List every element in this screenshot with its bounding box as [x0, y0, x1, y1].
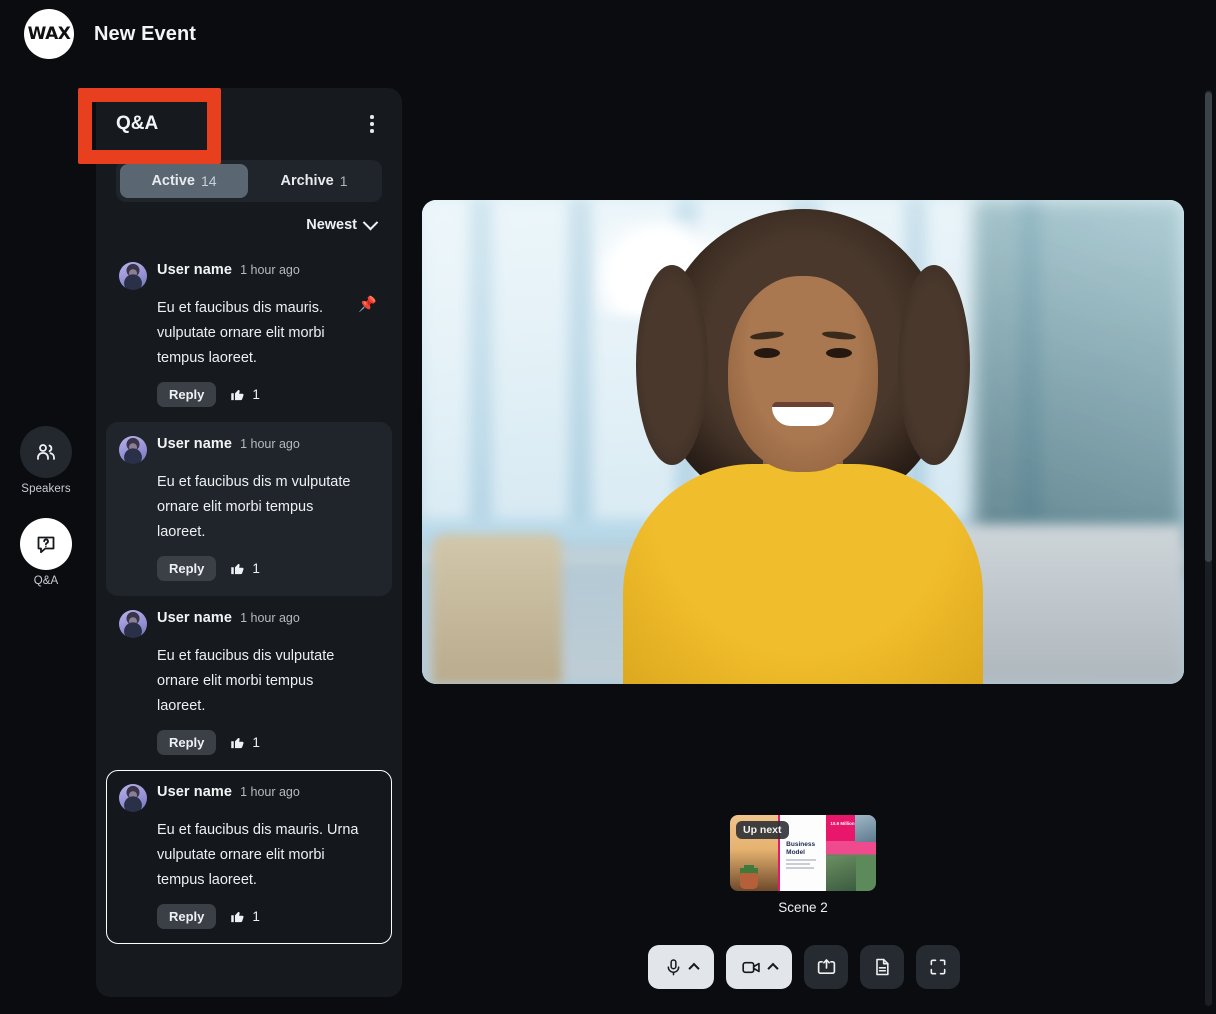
tab-active-label: Active: [151, 173, 195, 189]
like-button[interactable]: 1: [230, 561, 260, 576]
rail-label-qa: Q&A: [33, 575, 59, 587]
tab-archive-label: Archive: [280, 173, 334, 189]
tab-archive[interactable]: Archive 1: [250, 164, 378, 198]
qa-question-card[interactable]: User name 1 hour ago Eu et faucibus dis …: [106, 596, 392, 770]
slide-stat: 10.6 Million: [830, 821, 855, 826]
video-camera-icon: [742, 961, 760, 973]
fullscreen-button[interactable]: [916, 945, 960, 989]
fullscreen-icon: [930, 959, 946, 975]
scene-label: Scene 2: [778, 900, 828, 915]
question-timestamp: 1 hour ago: [240, 263, 300, 277]
reply-button[interactable]: Reply: [157, 556, 217, 581]
left-rail: Speakers Q&A: [0, 68, 92, 1014]
thumbs-up-icon: [231, 911, 244, 923]
question-text: Eu et faucibus dis m vulputate ornare el…: [157, 474, 351, 540]
question-text: Eu et faucibus dis mauris. vulputate orn…: [157, 300, 325, 366]
rail-item-qa[interactable]: Q&A: [20, 518, 72, 587]
question-text: Eu et faucibus dis vulputate ornare elit…: [157, 648, 335, 714]
page-scrollbar-thumb[interactable]: [1205, 92, 1212, 562]
like-button[interactable]: 1: [230, 387, 260, 402]
microphone-icon: [667, 958, 680, 975]
question-bubble-icon: [20, 518, 72, 570]
avatar: [119, 610, 147, 638]
call-controls: [648, 945, 960, 989]
share-screen-icon: [817, 958, 835, 974]
qa-question-actions: Reply 1: [157, 556, 377, 581]
rail-item-speakers[interactable]: Speakers: [20, 426, 72, 495]
like-count: 1: [252, 735, 260, 750]
top-bar: WAX New Event: [0, 0, 1216, 68]
scene-thumbnail[interactable]: Up next Business Model 10.6 Million Scen…: [730, 815, 876, 915]
scene-preview-image: Up next Business Model 10.6 Million: [730, 815, 876, 891]
share-screen-button[interactable]: [804, 945, 848, 989]
chevron-down-icon: [362, 214, 379, 230]
qa-question-header: User name 1 hour ago: [119, 261, 377, 290]
qa-question-list: User name 1 hour ago Eu et faucibus dis …: [96, 248, 402, 944]
camera-button[interactable]: [726, 945, 792, 989]
pin-icon[interactable]: 📌: [358, 295, 377, 313]
qa-question-card[interactable]: User name 1 hour ago Eu et faucibus dis …: [106, 770, 392, 944]
slide-title: Business Model: [786, 841, 816, 856]
reply-button[interactable]: Reply: [157, 904, 217, 929]
like-count: 1: [252, 909, 260, 924]
question-author: User name: [157, 784, 233, 800]
microphone-button[interactable]: [648, 945, 714, 989]
sort-label: Newest: [306, 217, 357, 233]
qa-panel-header: Q&A: [96, 88, 402, 160]
rail-label-speakers: Speakers: [21, 483, 71, 495]
document-icon: [876, 958, 889, 976]
tab-active-count: 14: [200, 173, 217, 189]
like-count: 1: [252, 387, 260, 402]
qa-question-actions: Reply 1: [157, 730, 377, 755]
qa-question-header: User name 1 hour ago: [119, 783, 377, 812]
reply-button[interactable]: Reply: [157, 382, 217, 407]
qa-tabs: Active 14 Archive 1: [116, 160, 382, 202]
avatar: [119, 262, 147, 290]
avatar: [119, 784, 147, 812]
people-icon: [20, 426, 72, 478]
notes-button[interactable]: [860, 945, 904, 989]
question-timestamp: 1 hour ago: [240, 611, 300, 625]
qa-question-actions: Reply 1: [157, 382, 377, 407]
qa-question-card[interactable]: User name 1 hour ago Eu et faucibus dis …: [106, 248, 392, 422]
thumbs-up-icon: [231, 737, 244, 749]
qa-question-card[interactable]: User name 1 hour ago Eu et faucibus dis …: [106, 422, 392, 596]
like-button[interactable]: 1: [230, 909, 260, 924]
like-count: 1: [252, 561, 260, 576]
chevron-up-icon[interactable]: [767, 962, 779, 975]
reply-button[interactable]: Reply: [157, 730, 217, 755]
qa-question-actions: Reply 1: [157, 904, 377, 929]
thumbs-up-icon: [231, 389, 244, 401]
sort-dropdown[interactable]: Newest: [96, 202, 402, 248]
qa-panel-title: Q&A: [116, 113, 159, 134]
question-author: User name: [157, 436, 233, 452]
qa-question-header: User name 1 hour ago: [119, 435, 377, 464]
wax-logo: WAX: [24, 9, 74, 59]
question-author: User name: [157, 610, 233, 626]
question-author: User name: [157, 262, 233, 278]
question-timestamp: 1 hour ago: [240, 785, 300, 799]
question-text: Eu et faucibus dis mauris. Urna vulputat…: [157, 822, 359, 888]
tab-active[interactable]: Active 14: [120, 164, 248, 198]
more-vertical-icon[interactable]: [364, 109, 380, 139]
qa-panel: Q&A Active 14 Archive 1 Newest User name…: [96, 88, 402, 997]
video-stage[interactable]: [422, 200, 1184, 684]
like-button[interactable]: 1: [230, 735, 260, 750]
chevron-up-icon[interactable]: [688, 962, 700, 975]
question-timestamp: 1 hour ago: [240, 437, 300, 451]
tab-archive-count: 1: [339, 173, 348, 189]
qa-question-header: User name 1 hour ago: [119, 609, 377, 638]
thumbs-up-icon: [231, 563, 244, 575]
up-next-badge: Up next: [736, 821, 789, 839]
avatar: [119, 436, 147, 464]
event-title: New Event: [94, 22, 197, 45]
